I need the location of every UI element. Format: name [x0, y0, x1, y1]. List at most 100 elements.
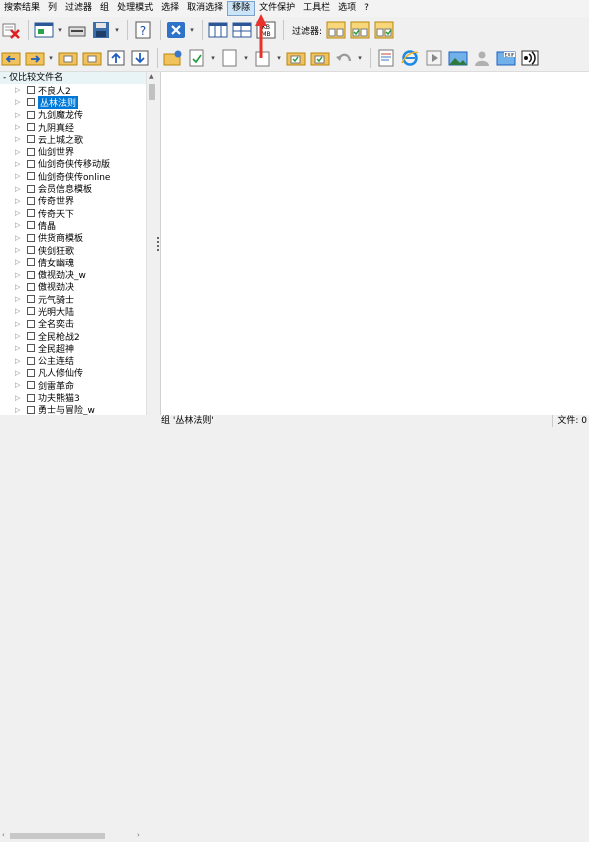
- expand-icon[interactable]: ▷: [15, 320, 22, 328]
- checkbox[interactable]: [27, 221, 35, 230]
- expand-icon[interactable]: ▷: [15, 221, 22, 229]
- tree-row[interactable]: ▷ 供货商模板: [0, 232, 146, 244]
- tree-row[interactable]: ▷ 元气骑士: [0, 293, 146, 306]
- tree-row[interactable]: ▷ 光明大陆: [0, 305, 146, 318]
- expand-icon[interactable]: ▷: [15, 295, 22, 303]
- details-view-button[interactable]: [231, 20, 253, 40]
- tree-row[interactable]: ▷ 勇士与冒险_w: [0, 404, 146, 415]
- checkbox[interactable]: [27, 332, 35, 341]
- tree-row[interactable]: ▷ 傲视劲决_w: [0, 268, 146, 281]
- expand-icon[interactable]: ▷: [15, 258, 22, 266]
- check-file-dropdown-arrow[interactable]: ▾: [210, 54, 216, 62]
- expand-icon[interactable]: ▷: [15, 234, 22, 242]
- tree-row[interactable]: ▷ 公主连结: [0, 355, 146, 367]
- user-button[interactable]: [471, 48, 493, 68]
- checkbox[interactable]: [27, 233, 35, 242]
- expand-icon[interactable]: ▷: [15, 357, 22, 365]
- forward-button[interactable]: [24, 48, 46, 68]
- delete-results-button[interactable]: [0, 20, 22, 40]
- document-button[interactable]: [375, 48, 397, 68]
- expand-icon[interactable]: ▷: [15, 172, 22, 180]
- tree-row[interactable]: ▷ 功夫熊猫3: [0, 391, 146, 404]
- expand-icon[interactable]: ▷: [15, 332, 22, 340]
- tree-row[interactable]: ▷ 全民枪战2: [0, 330, 146, 343]
- tree-row[interactable]: ▷ 侠剑狂歌: [0, 244, 146, 257]
- menu-filters[interactable]: 过滤器: [61, 1, 96, 16]
- play-button[interactable]: [423, 48, 445, 68]
- checkbox[interactable]: [27, 86, 35, 95]
- checkbox[interactable]: [27, 98, 35, 107]
- tree-row[interactable]: ▷ 仙剑世界: [0, 145, 146, 158]
- expand-icon[interactable]: ▷: [15, 307, 22, 315]
- menu-groups[interactable]: 组: [96, 1, 113, 16]
- audio-button[interactable]: [519, 48, 541, 68]
- folder-settings-button[interactable]: [162, 48, 184, 68]
- save-dropdown-arrow[interactable]: ▾: [114, 26, 120, 34]
- checkbox[interactable]: [27, 270, 35, 279]
- file-up-dropdown-arrow[interactable]: ▾: [276, 54, 282, 62]
- close-button[interactable]: [165, 20, 187, 40]
- checkbox[interactable]: [27, 344, 35, 353]
- internet-explorer-button[interactable]: [399, 48, 421, 68]
- tree-row[interactable]: ▷ 仙剑奇侠传移动版: [0, 158, 146, 170]
- tree-row[interactable]: ▷ 会员信息模板: [0, 182, 146, 195]
- expand-icon[interactable]: ▷: [15, 197, 22, 205]
- checkbox[interactable]: [27, 172, 35, 181]
- help-button[interactable]: ?: [132, 20, 154, 40]
- tree-row[interactable]: ▷ 倩晶: [0, 219, 146, 232]
- menu-select[interactable]: 选择: [157, 1, 183, 16]
- menu-processing-mode[interactable]: 处理模式: [113, 1, 157, 16]
- tree-row[interactable]: ▷ 云上城之歌: [0, 133, 146, 146]
- group-tree[interactable]: ▷ 不良人2 ▷ 丛林法则 ▷ 九剑魔龙传 ▷ 九阴真经 ▷ 云上城之歌 ▷ 仙剑世界 ▷ 仙…: [0, 84, 146, 415]
- tree-row[interactable]: ▷ 传奇世界: [0, 195, 146, 207]
- scroll-thumb[interactable]: [149, 84, 155, 100]
- tree-row[interactable]: ▷ 九阴真经: [0, 121, 146, 134]
- checkbox[interactable]: [27, 123, 35, 132]
- checkbox[interactable]: [27, 393, 35, 402]
- folder-button-1[interactable]: [57, 48, 79, 68]
- back-button[interactable]: [0, 48, 22, 68]
- select-checked-button[interactable]: [285, 48, 307, 68]
- tree-row[interactable]: ▷ 仙剑奇侠传online: [0, 170, 146, 183]
- expand-icon[interactable]: ▷: [15, 246, 22, 254]
- expand-icon[interactable]: ▷: [15, 209, 22, 217]
- expand-icon[interactable]: ▷: [15, 344, 22, 352]
- checkbox[interactable]: [27, 307, 35, 316]
- scroll-up-icon[interactable]: ▲: [149, 73, 154, 80]
- menu-remove[interactable]: 移除: [227, 1, 256, 16]
- results-panel[interactable]: [160, 72, 589, 415]
- exif-button[interactable]: EXIF: [495, 48, 517, 68]
- checkbox[interactable]: [27, 368, 35, 377]
- tree-header[interactable]: - 仅比较文件名: [0, 72, 146, 84]
- expand-icon[interactable]: ▷: [15, 406, 22, 414]
- download-button[interactable]: [129, 48, 151, 68]
- checkbox[interactable]: [27, 147, 35, 156]
- forward-dropdown-arrow[interactable]: ▾: [48, 54, 54, 62]
- checkbox[interactable]: [27, 282, 35, 291]
- checkbox[interactable]: [27, 381, 35, 390]
- filter-button-3[interactable]: [373, 20, 395, 40]
- checkbox[interactable]: [27, 135, 35, 144]
- checkbox[interactable]: [27, 405, 35, 414]
- tree-row[interactable]: ▷ 全名奕击: [0, 318, 146, 330]
- expand-icon[interactable]: ▷: [15, 369, 22, 377]
- menu-toolbar[interactable]: 工具栏: [299, 1, 334, 16]
- expand-icon[interactable]: ▷: [15, 271, 22, 279]
- expand-icon[interactable]: ▷: [15, 135, 22, 143]
- menu-deselect[interactable]: 取消选择: [183, 1, 227, 16]
- tree-row[interactable]: ▷ 九剑魔龙传: [0, 109, 146, 121]
- view-button[interactable]: [33, 20, 55, 40]
- checkbox[interactable]: [27, 295, 35, 304]
- expand-icon[interactable]: ▷: [15, 381, 22, 389]
- tree-row[interactable]: ▷ 傲视劲决: [0, 281, 146, 293]
- folder-button-2[interactable]: [81, 48, 103, 68]
- expand-icon[interactable]: ▷: [15, 86, 22, 94]
- checkbox[interactable]: [27, 159, 35, 168]
- tree-row[interactable]: ▷ 剑雷革命: [0, 379, 146, 392]
- undo-dropdown-arrow[interactable]: ▾: [357, 54, 363, 62]
- close-dropdown-arrow[interactable]: ▾: [189, 26, 195, 34]
- filter-button-1[interactable]: [325, 20, 347, 40]
- view-dropdown-arrow[interactable]: ▾: [57, 26, 63, 34]
- tree-row[interactable]: ▷ 不良人2: [0, 84, 146, 97]
- tree-row-selected[interactable]: ▷ 丛林法则: [0, 95, 146, 109]
